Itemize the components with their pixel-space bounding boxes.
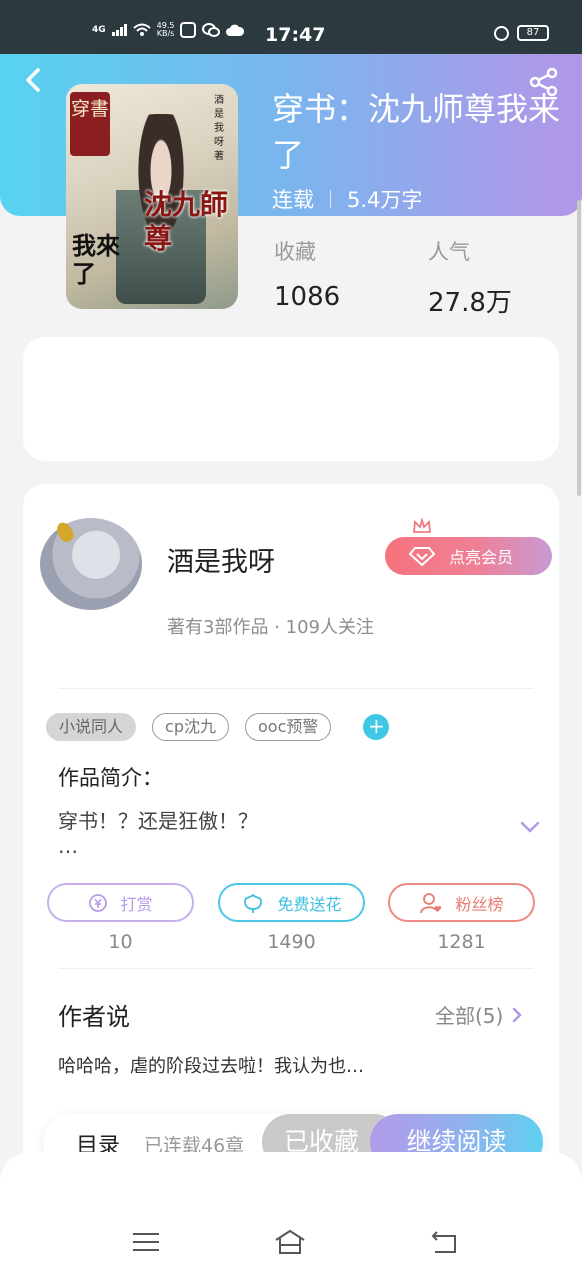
fans-ranking-button[interactable]: 粉丝榜 [388,883,535,922]
vip-button-label: 点亮会员 [449,548,514,567]
clock: 17:47 [265,24,326,46]
system-nav-bar [0,1152,582,1280]
network-type: 4G [92,25,106,35]
send-flower-button[interactable]: 免费送花 [218,883,365,922]
book-word-count: 5.4万字 [347,188,423,212]
chevron-right-icon [513,1007,523,1022]
vip-button[interactable]: 点亮会员 [385,537,552,575]
wifi-icon [132,23,151,36]
author-says-all-label: 全部(5) [435,1004,504,1028]
book-status: 连载 [272,188,314,212]
author-says-title: 作者说 [58,1003,130,1031]
cover-tag: 穿書 [70,92,110,156]
tag-list: 小说同人 cp沈九 ooc预警 + [46,713,390,741]
fans-ranking-label: 粉丝榜 [455,894,504,914]
tip-count: 10 [108,931,133,953]
stat-label: 收藏 [274,240,316,264]
add-tag-icon[interactable]: + [363,714,390,740]
flower-count: 1490 [267,931,316,953]
meta-divider [330,190,331,208]
stat-value: 27.8万 [428,288,512,318]
author-name[interactable]: 酒是我呀 [167,540,275,579]
instagram-icon [180,22,197,38]
author-says-all-link[interactable]: 全部(5) [435,1000,523,1029]
stat-favorites: 收藏 1086 [274,236,340,312]
book-meta: 连载 5.4万字 [272,184,422,214]
send-flower-label: 免费送花 [277,894,342,914]
author-avatar[interactable] [40,518,142,610]
coin-icon [89,893,108,912]
author-says-text[interactable]: 哈哈哈，虐的阶段过去啦！我认为也… [58,1052,364,1078]
tip-button[interactable]: 打赏 [47,883,194,922]
cover-author: 酒是我呀 著 [214,95,224,162]
intro-label: 作品简介： [58,766,163,790]
fans-count: 1281 [437,931,486,953]
stat-popularity: 人气 27.8万 [428,236,512,319]
stat-label: 人气 [428,240,470,264]
signal-icon [111,24,127,36]
stat-value: 1086 [274,282,341,312]
tag-item[interactable]: cp沈九 [152,713,229,741]
intro-text: 穿书！？还是狂傲！？ [58,809,258,833]
cover-title-art: 沈九師尊 [144,188,229,255]
battery-indicator: 87 [517,25,549,41]
scrollbar[interactable] [577,200,581,496]
alarm-icon [494,25,509,41]
book-cover[interactable]: 穿書 酒是我呀 著 沈九師尊 我來了 [66,84,238,309]
home-icon[interactable] [273,1228,307,1256]
divider [58,688,534,689]
back-icon[interactable] [20,64,48,96]
diamond-icon [409,547,435,566]
tag-item[interactable]: ooc预警 [244,713,332,741]
status-bar: 4G 49.5 KB/s 17:47 87 [0,0,582,54]
divider [58,968,534,969]
back-nav-icon[interactable] [427,1228,461,1256]
intro-ellipsis: … [58,834,78,858]
tip-label: 打赏 [120,894,153,914]
menu-icon[interactable] [129,1228,163,1256]
fans-icon [420,892,442,913]
crown-icon [413,518,431,533]
flower-icon [244,893,263,913]
network-speed: 49.5 KB/s [156,21,175,38]
cloud-icon [226,24,245,36]
chevron-down-icon[interactable] [518,818,542,836]
wechat-icon [202,23,221,37]
tag-item[interactable]: 小说同人 [46,713,137,741]
author-meta: 著有3部作品 · 109人关注 [167,617,374,638]
book-title: 穿书：沈九师尊我来了 [272,90,561,174]
banner-card [23,337,559,461]
cover-subtitle-art: 我來了 [72,231,120,288]
